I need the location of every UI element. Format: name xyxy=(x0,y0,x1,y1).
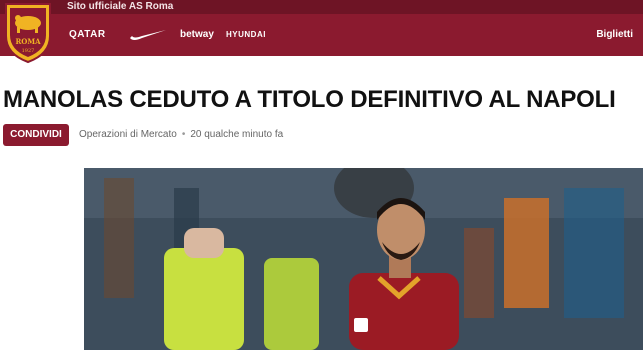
sponsor-qatar-logo[interactable]: QATAR xyxy=(69,28,106,42)
sponsor-betway-logo[interactable]: betway xyxy=(180,28,214,42)
crest-text: ROMA xyxy=(15,37,41,46)
roma-crest-icon[interactable]: ROMA 1927 xyxy=(3,2,53,64)
hero-image xyxy=(84,168,643,350)
article-headline: MANOLAS CEDUTO A TITOLO DEFINITIVO AL NA… xyxy=(3,86,616,113)
timestamp: 20 qualche minuto fa xyxy=(190,129,284,140)
crest-year: 1927 xyxy=(22,48,35,54)
main-nav: QATAR betway HYUNDAI Biglietti xyxy=(0,14,643,56)
nike-swoosh-icon[interactable] xyxy=(128,28,168,42)
tickets-menu[interactable]: Biglietti xyxy=(596,28,633,42)
category-link[interactable]: Operazioni di Mercato xyxy=(79,129,177,140)
tickets-label: Biglietti xyxy=(596,29,633,40)
sponsor-hyundai-logo[interactable]: HYUNDAI xyxy=(226,28,266,42)
meta-separator: • xyxy=(181,129,186,140)
official-site-link[interactable]: Sito ufficiale AS Roma xyxy=(67,0,173,14)
article-meta: Operazioni di Mercato • 20 qualche minuto … xyxy=(79,124,283,146)
share-button[interactable]: CONDIVIDI xyxy=(3,124,69,146)
top-bar: Sito ufficiale AS Roma xyxy=(0,0,643,14)
